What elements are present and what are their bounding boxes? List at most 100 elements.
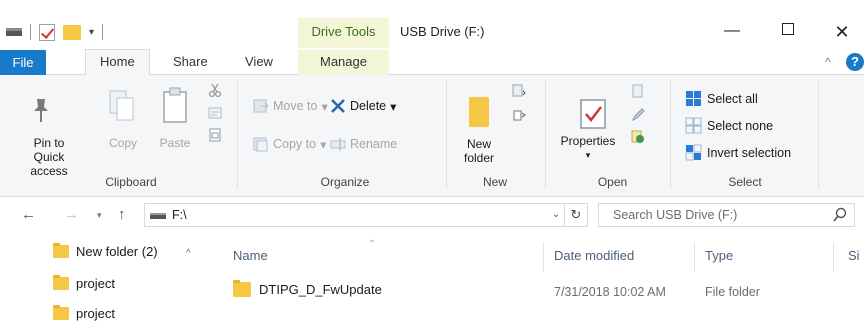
nav-item-new-folder-2[interactable]: New folder (2) — [53, 243, 158, 259]
column-header-type[interactable]: Type — [705, 248, 733, 263]
select-group-label: Select — [728, 175, 762, 189]
maximize-icon — [782, 23, 794, 35]
maximize-button[interactable] — [773, 22, 803, 40]
select-all-label: Select all — [707, 91, 758, 106]
delete-dropdown-icon: ▾ — [390, 99, 397, 114]
paste-button[interactable]: Paste — [158, 136, 192, 150]
search-icon[interactable] — [832, 207, 848, 223]
group-divider — [545, 81, 546, 189]
open-icon[interactable] — [631, 84, 645, 98]
folder-icon — [53, 243, 69, 258]
tab-home[interactable]: Home — [85, 49, 150, 75]
minimize-button[interactable]: — — [717, 22, 747, 40]
new-folder-icon — [469, 97, 489, 127]
file-name-cell: DTIPG_D_FwUpdate — [233, 280, 382, 297]
easy-access-icon[interactable] — [512, 108, 526, 122]
address-path: F:\ — [172, 208, 187, 222]
select-none-icon — [685, 117, 702, 134]
back-button[interactable]: ← — [21, 206, 36, 223]
forward-button[interactable]: → — [64, 206, 79, 223]
navigation-pane: New folder (2) ^ project project — [0, 234, 213, 329]
qat-dropdown-icon[interactable]: ▾ — [89, 27, 94, 38]
delete-label: Delete — [350, 99, 387, 113]
tab-file[interactable]: File — [0, 50, 46, 75]
copy-button[interactable]: Copy — [108, 136, 138, 150]
nav-item-project[interactable]: project — [53, 305, 116, 321]
address-row: ← → ▾ ↑ F:\ ⌄ ↻ Search USB Drive (F:) — [0, 197, 864, 234]
address-bar[interactable]: F:\ — [144, 203, 565, 227]
nav-item-label: project — [76, 276, 116, 291]
address-dropdown-button[interactable]: ⌄ — [552, 209, 560, 220]
separator — [102, 24, 104, 40]
nav-item-label: project — [76, 306, 116, 321]
search-placeholder: Search USB Drive (F:) — [613, 208, 738, 222]
up-button[interactable]: ↑ — [118, 206, 126, 223]
clipboard-group-label: Clipboard — [105, 175, 157, 189]
scroll-up-button[interactable]: ^ — [186, 248, 191, 259]
column-header-name[interactable]: Name — [233, 248, 268, 263]
copy-to-dropdown-icon: ▾ — [320, 137, 327, 152]
group-divider — [670, 81, 671, 189]
ribbon-tabs: File Home Share View Manage ^ ? — [0, 49, 864, 75]
paste-shortcut-icon[interactable] — [208, 128, 222, 142]
file-date-modified: 7/31/2018 10:02 AM — [554, 285, 666, 299]
move-to-button[interactable]: Move to ▾ — [253, 98, 328, 114]
paste-icon — [163, 87, 187, 123]
refresh-button[interactable]: ↻ — [565, 203, 588, 227]
tab-view[interactable]: View — [245, 54, 273, 69]
select-all-button[interactable]: Select all — [685, 90, 758, 107]
search-input[interactable]: Search USB Drive (F:) — [598, 203, 855, 227]
new-folder-button[interactable]: New folder — [455, 137, 503, 165]
rename-label: Rename — [350, 137, 398, 151]
organize-group-label: Organize — [320, 175, 370, 189]
select-none-label: Select none — [707, 118, 774, 133]
properties-checkmark-icon[interactable] — [39, 23, 55, 41]
copy-path-icon[interactable] — [208, 106, 222, 120]
cut-icon[interactable] — [208, 83, 222, 97]
folder-icon — [53, 305, 69, 320]
nav-item-project[interactable]: project — [53, 275, 116, 291]
select-all-icon — [686, 91, 701, 106]
column-divider[interactable] — [543, 242, 544, 272]
new-item-icon[interactable] — [512, 84, 526, 98]
drive-icon — [150, 213, 166, 219]
select-none-button[interactable]: Select none — [685, 117, 773, 134]
table-row[interactable]: DTIPG_D_FwUpdate 7/31/2018 10:02 AM File… — [233, 280, 864, 302]
new-group-label: New — [482, 175, 507, 189]
separator — [30, 24, 31, 40]
delete-button[interactable]: Delete ▾ — [330, 98, 396, 114]
copy-icon — [109, 90, 134, 121]
close-button[interactable]: ✕ — [827, 22, 857, 43]
history-icon[interactable] — [631, 130, 645, 144]
column-divider[interactable] — [694, 242, 695, 272]
column-header-date-modified[interactable]: Date modified — [554, 248, 634, 263]
tab-share[interactable]: Share — [173, 54, 208, 69]
recent-locations-button[interactable]: ▾ — [97, 210, 102, 221]
file-name: DTIPG_D_FwUpdate — [259, 282, 382, 297]
new-folder-icon[interactable] — [63, 24, 81, 40]
column-divider[interactable] — [833, 242, 834, 272]
edit-icon[interactable] — [631, 108, 645, 122]
collapse-ribbon-button[interactable]: ^ — [825, 55, 831, 69]
column-header-size[interactable]: Si — [848, 248, 860, 263]
properties-button[interactable]: Properties — [556, 134, 620, 148]
folder-icon — [233, 280, 251, 297]
properties-dropdown-icon[interactable]: ▾ — [582, 148, 594, 162]
pin-icon — [34, 99, 48, 122]
drive-icon — [6, 28, 22, 36]
quick-access-toolbar: ▾ — [6, 22, 104, 42]
pin-to-quick-access-button[interactable]: Pin to Quick access — [20, 136, 78, 178]
help-icon[interactable]: ? — [846, 53, 864, 71]
delete-icon — [331, 99, 345, 113]
invert-selection-icon — [685, 144, 702, 161]
tab-manage[interactable]: Manage — [298, 50, 389, 75]
copy-to-label: Copy to — [273, 137, 317, 151]
folder-icon — [53, 275, 69, 290]
move-to-icon — [253, 99, 269, 113]
invert-selection-button[interactable]: Invert selection — [685, 144, 791, 161]
rename-button[interactable]: Rename — [330, 136, 397, 152]
file-list: ⌄ Name Date modified Type Si DTIPG_D_FwU… — [213, 234, 864, 329]
rename-icon — [330, 138, 346, 151]
group-divider — [237, 81, 238, 189]
copy-to-button[interactable]: Copy to ▾ — [253, 136, 326, 152]
